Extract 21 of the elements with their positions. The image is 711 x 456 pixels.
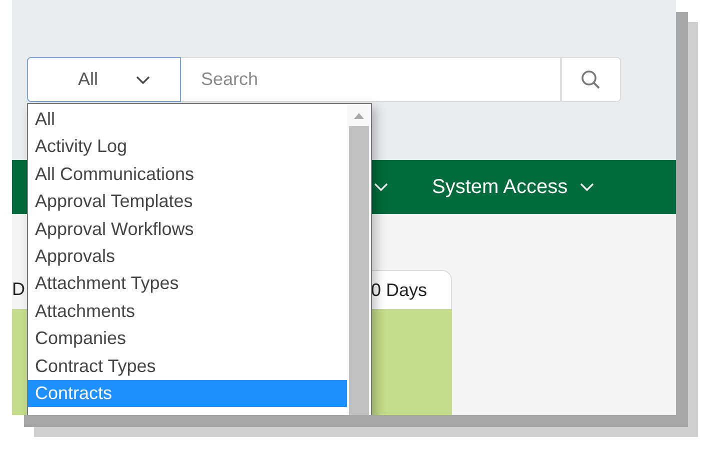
search-field[interactable]: Search [181,57,561,102]
scroll-up-icon[interactable] [353,112,365,120]
tab[interactable]: D [12,270,25,309]
dropdown-option[interactable]: Approval Templates [28,188,347,216]
dropdown-option[interactable]: Contract Types [28,352,347,380]
search-button[interactable] [561,57,621,102]
scrollbar[interactable] [347,104,371,415]
chevron-down-icon [374,183,388,191]
dropdown-option[interactable]: Approval Workflows [28,216,347,244]
dropdown-option[interactable]: Attachments [28,298,347,326]
nav-menu[interactable]: System Access [432,176,594,198]
search-icon [581,70,601,90]
dropdown-option[interactable]: Companies [28,325,347,353]
dropdown-option[interactable]: Attachment Types [28,270,347,298]
dropdown-option[interactable]: Activity Log [28,133,347,161]
dropdown-option[interactable]: Approvals [28,243,347,270]
dropdown-option[interactable]: All Communications [28,160,347,188]
chevron-down-icon [136,76,150,84]
chevron-down-icon [580,183,594,191]
dropdown-option[interactable]: All [28,106,347,134]
category-select[interactable]: All [27,57,181,102]
